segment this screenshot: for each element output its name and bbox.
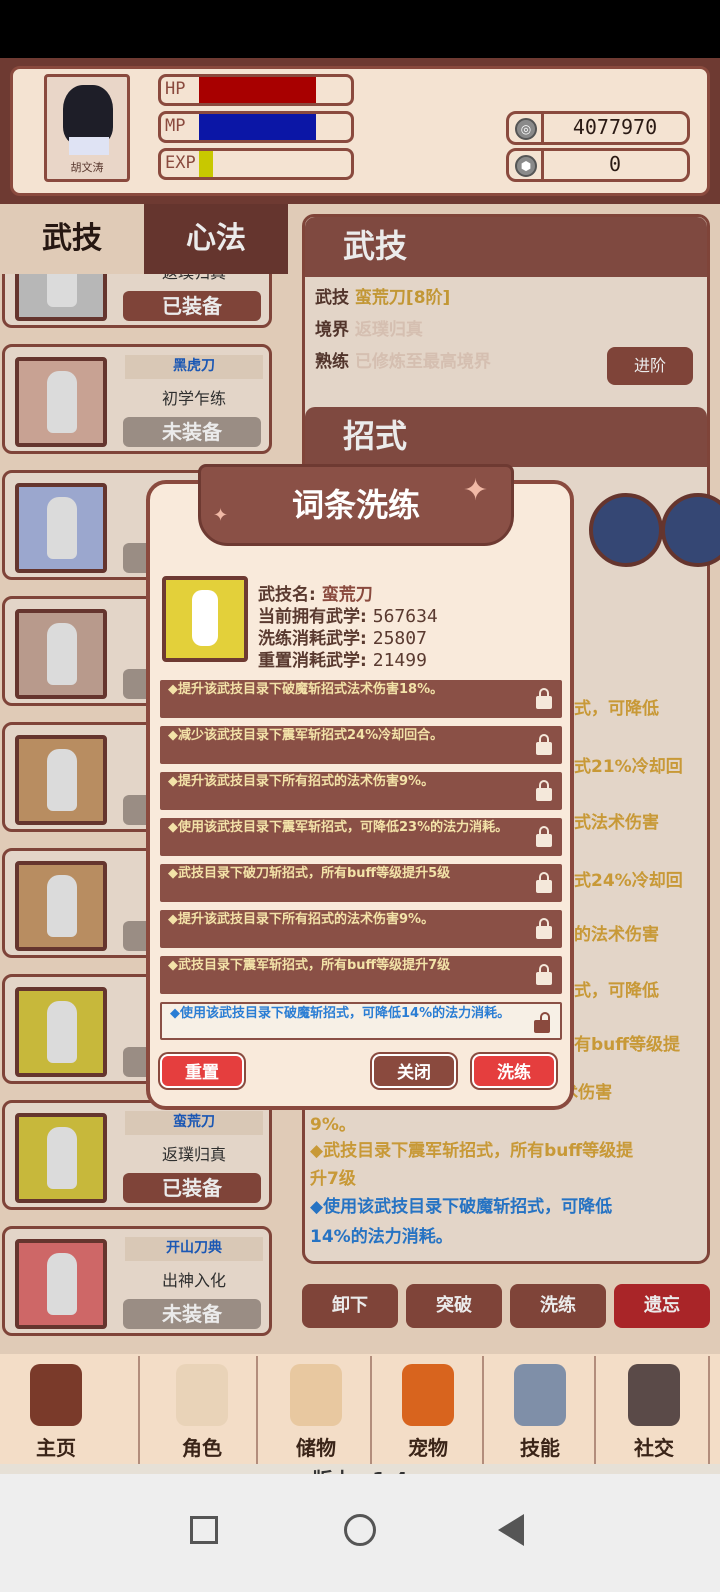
coin-icon: ◎: [515, 118, 537, 140]
avatar[interactable]: 胡文涛: [44, 74, 130, 182]
dialog-title-banner: 词条洗练 ✦ ✦: [198, 464, 514, 546]
reset-cost-value: 21499: [372, 650, 427, 671]
unlock-icon[interactable]: [532, 1012, 552, 1034]
lock-body: [536, 880, 552, 893]
pet-icon: [402, 1364, 454, 1426]
mp-fill: [199, 114, 316, 140]
hp-bar: HP: [158, 74, 354, 106]
gem-icon: ⬢: [515, 155, 537, 177]
lock-icon[interactable]: [534, 734, 554, 756]
exp-bar: EXP: [158, 148, 354, 180]
affix-row[interactable]: ◆提升该武技目录下所有招式的法术伤害9%。: [160, 910, 562, 948]
lock-body: [536, 696, 552, 709]
nav-social[interactable]: 社交: [598, 1356, 710, 1464]
skill-figure: [192, 590, 218, 646]
nav-character[interactable]: 角色: [146, 1356, 258, 1464]
home-circle-icon[interactable]: [344, 1514, 376, 1546]
nav-skill[interactable]: 技能: [484, 1356, 596, 1464]
affix-text: ◆使用该武技目录下破魔斩招式，可降低14%的法力消耗。: [170, 1006, 511, 1021]
affix-row[interactable]: ◆使用该武技目录下破魔斩招式，可降低14%的法力消耗。: [160, 1002, 562, 1040]
lock-body: [536, 788, 552, 801]
affix-text: ◆提升该武技目录下破魔斩招式法术伤害18%。: [168, 682, 444, 697]
mp-bar: MP: [158, 111, 354, 143]
lock-icon[interactable]: [534, 826, 554, 848]
hp-label: HP: [165, 79, 186, 99]
affix-text: ◆提升该武技目录下所有招式的法术伤害9%。: [168, 774, 435, 789]
affix-text: ◆减少该武技目录下震军斩招式24%冷却回合。: [168, 728, 444, 743]
lock-body: [536, 972, 552, 985]
lock-body: [536, 926, 552, 939]
lock-icon[interactable]: [534, 780, 554, 802]
mp-label: MP: [165, 116, 186, 136]
lock-body: [536, 742, 552, 755]
exp-label: EXP: [165, 153, 196, 173]
affix-row[interactable]: ◆提升该武技目录下所有招式的法术伤害9%。: [160, 772, 562, 810]
reset-cost-row: 重置消耗武学: 21499: [258, 646, 427, 671]
affix-row[interactable]: ◆减少该武技目录下震军斩招式24%冷却回合。: [160, 726, 562, 764]
storage-icon: [290, 1364, 342, 1426]
nav-label: 储物: [296, 1436, 336, 1460]
social-icon: [628, 1364, 680, 1426]
affix-text: ◆武技目录下破刀斩招式，所有buff等级提升5级: [168, 866, 451, 881]
skill-icon: [514, 1364, 566, 1426]
nav-label: 技能: [520, 1436, 560, 1460]
lock-icon[interactable]: [534, 964, 554, 986]
reset-cost-label: 重置消耗武学:: [258, 651, 367, 671]
character-icon: [176, 1364, 228, 1426]
reset-button[interactable]: 重置: [160, 1054, 244, 1088]
home-icon: [30, 1364, 82, 1426]
dialog-skill-icon: [162, 576, 248, 662]
player-name: 胡文涛: [70, 161, 104, 174]
coin-counter: ◎ 4077970: [506, 111, 690, 145]
close-button[interactable]: 关闭: [372, 1054, 456, 1088]
nav-storage[interactable]: 储物: [260, 1356, 372, 1464]
nav-label: 社交: [634, 1436, 674, 1460]
lock-body: [536, 834, 552, 847]
nav-label: 宠物: [408, 1436, 448, 1460]
affix-row[interactable]: ◆提升该武技目录下破魔斩招式法术伤害18%。: [160, 680, 562, 718]
status-bar: [0, 0, 720, 58]
affix-row[interactable]: ◆武技目录下破刀斩招式，所有buff等级提升5级: [160, 864, 562, 902]
lock-body: [534, 1020, 550, 1033]
exp-fill: [199, 151, 213, 177]
affix-text: ◆提升该武技目录下所有招式的法术伤害9%。: [168, 912, 435, 927]
recent-apps-icon[interactable]: [190, 1516, 218, 1544]
gem-counter: ⬢ 0: [506, 148, 690, 182]
gem-value: 0: [608, 152, 622, 176]
sparkle-small-icon: ✦: [213, 505, 229, 526]
affix-text: ◆使用该武技目录下震军斩招式，可降低23%的法力消耗。: [168, 820, 509, 835]
refine-dialog: 词条洗练 ✦ ✦ 武技名: 蛮荒刀 当前拥有武学: 567634 洗练消耗武学:…: [146, 464, 574, 1110]
lock-icon[interactable]: [534, 688, 554, 710]
bottom-nav: 主页 角色 储物 宠物 技能 社交: [0, 1356, 720, 1464]
affix-text: ◆武技目录下震军斩招式，所有buff等级提升7级: [168, 958, 451, 973]
nav-home[interactable]: 主页: [0, 1356, 140, 1464]
lock-icon[interactable]: [534, 872, 554, 894]
avatar-face: [63, 85, 113, 145]
hp-fill: [199, 77, 316, 103]
lock-icon[interactable]: [534, 918, 554, 940]
sparkle-icon: ✦: [463, 473, 489, 508]
nav-label: 主页: [36, 1436, 76, 1460]
back-icon[interactable]: [498, 1514, 524, 1546]
avatar-body: [69, 137, 109, 155]
coin-value: 4077970: [572, 115, 658, 139]
nav-label: 角色: [182, 1436, 222, 1460]
affix-row[interactable]: ◆武技目录下震军斩招式，所有buff等级提升7级: [160, 956, 562, 994]
nav-pet[interactable]: 宠物: [372, 1356, 484, 1464]
system-nav-bar: [0, 1474, 720, 1592]
gem-divider: [541, 151, 544, 179]
refine-button[interactable]: 洗练: [472, 1054, 556, 1088]
coin-divider: [541, 114, 544, 142]
affix-row[interactable]: ◆使用该武技目录下震军斩招式，可降低23%的法力消耗。: [160, 818, 562, 856]
